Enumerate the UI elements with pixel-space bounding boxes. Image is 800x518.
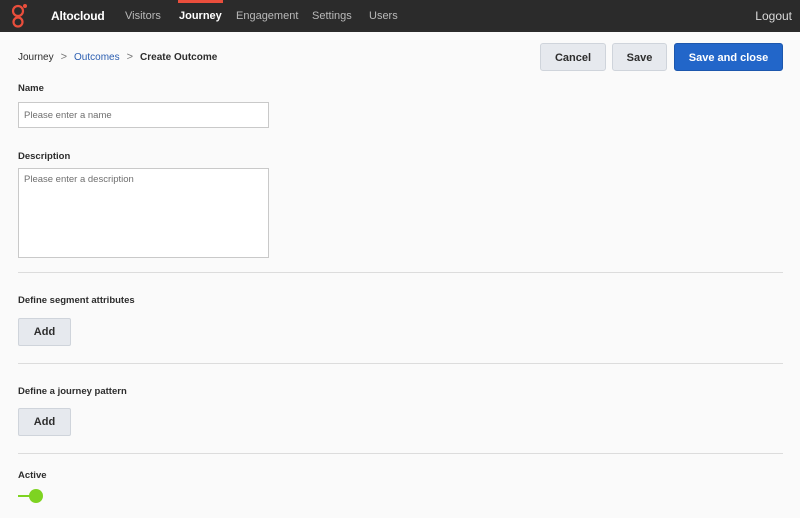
nav-item-visitors[interactable]: Visitors bbox=[125, 0, 161, 32]
breadcrumb-current-page: Create Outcome bbox=[140, 51, 218, 63]
description-textarea[interactable] bbox=[18, 168, 269, 258]
save-button[interactable]: Save bbox=[612, 43, 667, 71]
journey-pattern-label: Define a journey pattern bbox=[18, 386, 127, 397]
section-divider bbox=[18, 272, 783, 273]
save-and-close-button[interactable]: Save and close bbox=[674, 43, 783, 71]
add-segment-attribute-button[interactable]: Add bbox=[18, 318, 71, 346]
nav-item-settings[interactable]: Settings bbox=[312, 0, 352, 32]
name-input[interactable] bbox=[18, 102, 269, 128]
altocloud-logo-icon bbox=[11, 4, 27, 28]
chevron-right-icon: > bbox=[126, 51, 134, 63]
active-label: Active bbox=[18, 470, 47, 481]
cancel-button[interactable]: Cancel bbox=[540, 43, 606, 71]
top-navigation-bar: Altocloud Visitors Journey Engagement Se… bbox=[0, 0, 800, 32]
nav-item-journey[interactable]: Journey bbox=[178, 0, 223, 32]
breadcrumb-outcomes-link[interactable]: Outcomes bbox=[74, 52, 120, 63]
name-label: Name bbox=[18, 83, 44, 94]
segment-attributes-label: Define segment attributes bbox=[18, 295, 135, 306]
nav-item-engagement[interactable]: Engagement bbox=[236, 0, 298, 32]
section-divider bbox=[18, 363, 783, 364]
section-divider bbox=[18, 453, 783, 454]
add-journey-pattern-button[interactable]: Add bbox=[18, 408, 71, 436]
breadcrumb: Journey > Outcomes > Create Outcome bbox=[18, 50, 217, 64]
nav-item-users[interactable]: Users bbox=[369, 0, 398, 32]
brand-name: Altocloud bbox=[51, 9, 105, 23]
chevron-right-icon: > bbox=[60, 51, 68, 63]
active-toggle[interactable] bbox=[18, 489, 44, 503]
breadcrumb-journey: Journey bbox=[18, 51, 54, 63]
description-label: Description bbox=[18, 151, 71, 162]
logout-link[interactable]: Logout bbox=[755, 0, 792, 32]
toggle-knob bbox=[29, 489, 43, 503]
